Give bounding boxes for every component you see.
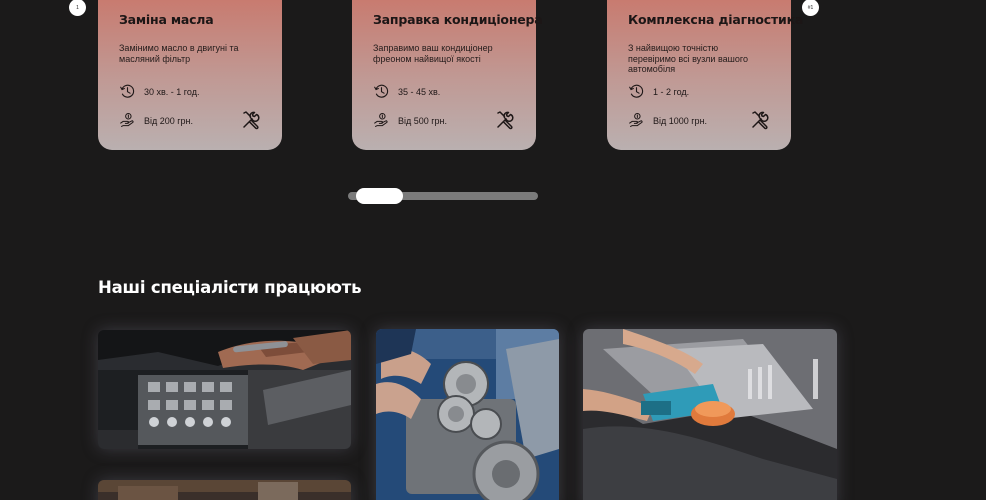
service-card-price-row: Від 200 грн.	[119, 112, 193, 129]
workshop-image	[98, 480, 351, 500]
service-card-description: З найвищою точністю перевіримо всі вузли…	[628, 43, 748, 74]
service-card-price: Від 200 грн.	[144, 115, 194, 126]
service-card-title: Заправка кондиціонера	[373, 12, 543, 27]
tools-icon	[497, 111, 514, 130]
carousel-next-label: #1	[807, 4, 814, 11]
carousel-prev-label: 1	[76, 4, 79, 11]
gearbox-repair-image	[376, 329, 559, 500]
specialist-photo-gearbox-repair	[376, 329, 559, 500]
service-card-description: Замінимо масло в двигуні та масляний філ…	[119, 43, 239, 64]
service-card-price: Від 1000 грн.	[653, 115, 708, 126]
carousel-scrollbar[interactable]	[348, 188, 538, 204]
service-card-oil-change[interactable]: Заміна масла Замінимо масло в двигуні та…	[98, 0, 282, 150]
page: 1 #1 Заміна масла Замінимо масло в двигу…	[0, 0, 986, 500]
specialists-section-title: Наші спеціалісти працюють	[98, 278, 362, 297]
service-card-time-row: 30 хв. - 1 год.	[119, 83, 199, 100]
service-card-price: Від 500 грн.	[398, 115, 448, 126]
service-card-title: Комплексна діагностика	[628, 12, 804, 27]
service-card-title: Заміна масла	[119, 12, 214, 27]
service-card-time-row: 1 - 2 год.	[628, 83, 689, 100]
clock-icon	[374, 84, 389, 98]
clock-icon	[120, 84, 135, 98]
service-card-diagnostics[interactable]: Комплексна діагностика З найвищою точніс…	[607, 0, 804, 150]
service-card-time-row: 35 - 45 хв.	[373, 83, 440, 100]
tools-icon	[752, 111, 769, 130]
carousel-scrollbar-thumb[interactable]	[356, 188, 403, 204]
service-card-ac-refill[interactable]: Заправка кондиціонера Заправимо ваш конд…	[352, 0, 543, 150]
hand-coin-icon	[374, 113, 388, 127]
service-card-description: Заправимо ваш кондиціонер фреоном найвищ…	[373, 43, 493, 64]
hand-coin-icon	[629, 113, 643, 127]
service-card-time: 30 хв. - 1 год.	[144, 86, 200, 97]
clock-icon	[629, 84, 644, 98]
service-card-time: 35 - 45 хв.	[398, 86, 441, 97]
tools-icon	[243, 111, 260, 130]
specialist-photo-car-polishing	[583, 329, 837, 500]
service-card-time: 1 - 2 год.	[653, 86, 690, 97]
carousel-prev-button[interactable]: 1	[69, 0, 86, 16]
specialist-photo-engine-repair	[98, 330, 351, 449]
carousel-next-button[interactable]: #1	[802, 0, 819, 16]
service-card-price-row: Від 1000 грн.	[628, 112, 707, 129]
hand-coin-icon	[120, 113, 134, 127]
service-card-price-row: Від 500 грн.	[373, 112, 447, 129]
specialist-photo-workshop	[98, 480, 351, 500]
car-polishing-image	[583, 329, 837, 500]
engine-repair-image	[98, 330, 351, 449]
